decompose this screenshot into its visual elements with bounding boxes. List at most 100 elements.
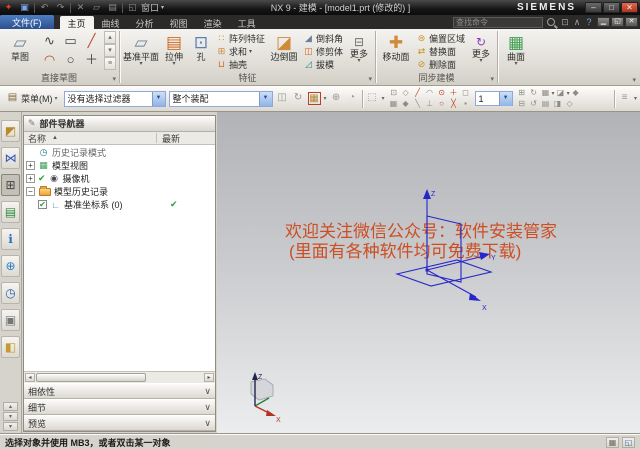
extrude-button[interactable]: ▤ 拉伸 ▾ <box>160 31 188 69</box>
snap-arc-center-icon[interactable]: ◠ <box>424 88 436 99</box>
offset-region-button[interactable]: ⊜ 偏置区域 <box>414 32 467 45</box>
capture-icon[interactable]: ◔ <box>346 92 359 105</box>
gallery-expand-button[interactable]: ≡ <box>104 57 116 70</box>
more-sync-button[interactable]: ↻ 更多 ▾ <box>468 34 494 66</box>
rectangle-button[interactable]: ▭ <box>60 31 81 50</box>
graphics-window[interactable]: 欢迎关注微信公众号：软件安装管家 (里面有各种软件均可免费下载) Z Y X <box>217 112 640 434</box>
draft-button[interactable]: ◿ 拔模 <box>301 58 345 71</box>
process-studio-button[interactable]: ▣ <box>1 309 20 331</box>
column-header[interactable]: 名称 ▲ 最新 <box>24 132 215 145</box>
caret-down-icon[interactable]: ▾ <box>382 95 385 102</box>
trim-body-button[interactable]: ◫ 修剪体 <box>301 45 345 58</box>
surface-button[interactable]: ▦ 曲面 ▾ <box>501 31 531 69</box>
column-name[interactable]: 名称 <box>24 132 46 145</box>
command-finder-input[interactable]: 查找命令 <box>453 17 543 28</box>
selection-filter-combo[interactable]: 没有选择过滤器 ▼ <box>64 91 166 107</box>
display-mode-icon[interactable]: ▦ <box>540 88 552 99</box>
section-preview[interactable]: 预览 ∨ <box>24 415 215 431</box>
section-dependencies[interactable]: 相依性 ∨ <box>24 383 215 399</box>
tab-view[interactable]: 视图 <box>162 16 196 29</box>
fit-view-icon[interactable]: ⊞ <box>516 88 528 99</box>
tree-row-model-views[interactable]: + ▦ 模型视图 <box>24 159 215 172</box>
snap-end-point-icon[interactable]: ⊡ <box>388 88 400 99</box>
ribbon-options-caret-icon[interactable]: ▾ <box>632 76 636 84</box>
part-navigator-button[interactable]: ⊞ <box>1 174 20 196</box>
rendering-style-icon[interactable]: ◪ <box>555 88 567 99</box>
gallery-down-button[interactable]: ▾ <box>104 44 116 57</box>
snap-face-icon[interactable]: ▦ <box>388 99 400 110</box>
tab-file[interactable]: 文件(F) <box>0 15 54 29</box>
snap-circle-icon[interactable]: ○ <box>436 99 448 110</box>
fullscreen-icon[interactable]: ⊡ <box>559 17 571 28</box>
tree-row-cameras[interactable]: + ✔ ◉ 摄像机 <box>24 172 215 185</box>
pan-view-icon[interactable]: ▤ <box>540 99 552 110</box>
section-details[interactable]: 细节 ∨ <box>24 399 215 415</box>
reuse-library-button[interactable]: ▤ <box>1 201 20 223</box>
checkbox-checked-icon[interactable]: ✔ <box>38 200 47 209</box>
datum-plane-button[interactable]: ▱ 基准平面 ▾ <box>123 31 159 69</box>
rectangle-select-icon[interactable]: ⬚ <box>366 92 379 105</box>
replace-face-button[interactable]: ⇄ 替换面 <box>414 45 467 58</box>
deselect-icon[interactable]: ↻ <box>292 92 305 105</box>
perspective-icon[interactable]: ◆ <box>570 88 582 99</box>
layer-settings-icon[interactable]: ≡ <box>618 92 631 105</box>
copy-button[interactable]: ▱ <box>90 2 103 13</box>
chamfer-button[interactable]: ◢ 倒斜角 <box>301 32 345 45</box>
resource-scroll-up-button[interactable]: ▴ <box>3 402 18 411</box>
snap-point-icon[interactable]: ◻ <box>460 88 472 99</box>
doc-minimize-button[interactable]: ▁ <box>597 17 610 27</box>
maximize-button[interactable]: □ <box>603 2 620 13</box>
doc-restore-button[interactable]: ◱ <box>611 17 624 27</box>
tree-row-datum-csys[interactable]: ✔ ∟ 基准坐标系 (0) ✔ <box>24 198 215 211</box>
snap-existing-point-icon[interactable]: ＋ <box>448 88 460 99</box>
horizontal-scrollbar[interactable]: ◂ ▸ <box>24 371 215 383</box>
pattern-feature-button[interactable]: ∷ 阵列特征 <box>214 32 267 45</box>
combo-arrow-icon[interactable]: ▼ <box>152 92 165 106</box>
tab-tools[interactable]: 工具 <box>230 16 264 29</box>
move-face-button[interactable]: ✚ 移动面 <box>379 31 413 64</box>
expand-icon[interactable]: + <box>26 161 35 170</box>
history-button[interactable]: ◷ <box>1 282 20 304</box>
roles-button[interactable]: ◧ <box>1 336 20 358</box>
cut-button[interactable]: ✕ <box>74 2 87 13</box>
snap-mid-point-icon[interactable]: ◇ <box>400 88 412 99</box>
hd3d-tools-button[interactable]: ℹ <box>1 228 20 250</box>
scroll-left-button[interactable]: ◂ <box>25 373 35 382</box>
status-grid-icon[interactable]: ▦ <box>606 437 619 448</box>
snap-intersection-icon[interactable]: ⊥ <box>424 99 436 110</box>
orient-view-icon[interactable]: ↻ <box>528 88 540 99</box>
menu-button[interactable]: ▤ 菜单(M) ▾ <box>3 91 61 106</box>
unite-button[interactable]: ⊞ 求和 ▾ <box>214 45 267 58</box>
edge-blend-button[interactable]: ◪ 边倒圆 <box>268 31 300 64</box>
snap-point-on-curve-icon[interactable]: ╱ <box>412 88 424 99</box>
more-feature-button[interactable]: ⊟ 更多 ▾ <box>346 34 372 66</box>
close-button[interactable]: ✕ <box>621 2 638 13</box>
sketch-button[interactable]: ▱ 草图 <box>2 31 38 64</box>
hole-button[interactable]: ⊡ 孔 <box>189 31 213 64</box>
column-divider[interactable] <box>156 133 157 143</box>
redo-button[interactable]: ↷ <box>54 2 67 13</box>
tab-curve[interactable]: 曲线 <box>94 16 128 29</box>
section-view-icon[interactable]: ◇ <box>564 99 576 110</box>
collapse-icon[interactable]: − <box>26 187 35 196</box>
expand-icon[interactable]: + <box>26 174 35 183</box>
resource-scroll-bottom-button[interactable]: ▾ <box>3 422 18 431</box>
point-button[interactable]: ＋ <box>81 50 102 69</box>
circle-button[interactable]: ○ <box>60 50 81 69</box>
previous-selection-icon[interactable]: ⊕ <box>330 92 343 105</box>
delete-face-button[interactable]: ⊘ 删除面 <box>414 58 467 71</box>
search-icon[interactable] <box>547 18 555 26</box>
column-latest[interactable]: 最新 <box>162 132 180 145</box>
undo-button[interactable]: ↶ <box>38 2 51 13</box>
snap-point-toggle-icon[interactable]: ▦ <box>308 92 321 105</box>
snap-cross-icon[interactable]: ╳ <box>448 99 460 110</box>
doc-close-button[interactable]: ✕ <box>625 17 638 27</box>
web-browser-button[interactable]: ⊕ <box>1 255 20 277</box>
dialog-launcher-icon[interactable]: ▾ <box>369 74 373 85</box>
assembly-navigator-button[interactable]: ◩ <box>1 120 20 142</box>
minimize-button[interactable]: – <box>585 2 602 13</box>
shell-button[interactable]: ⊔ 抽壳 <box>214 58 267 71</box>
tab-analysis[interactable]: 分析 <box>128 16 162 29</box>
tree-row-history-mode[interactable]: ◷ 历史记录模式 <box>24 146 215 159</box>
status-window-icon[interactable]: ◱ <box>622 437 635 448</box>
